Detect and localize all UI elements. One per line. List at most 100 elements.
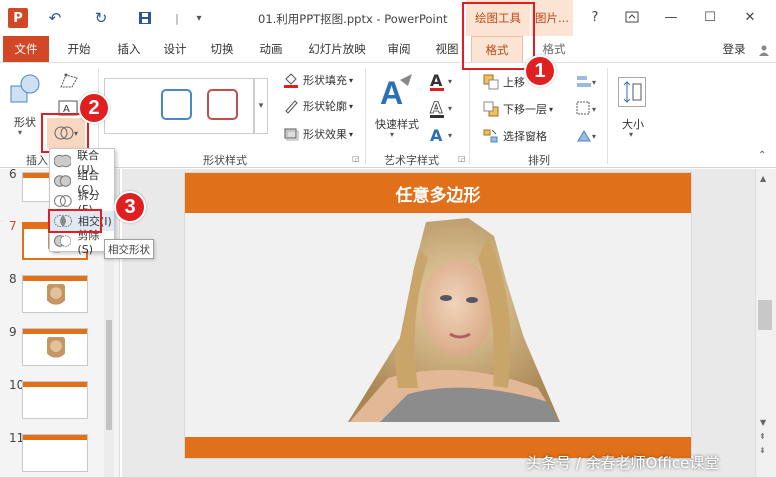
help-button[interactable]: ? (578, 6, 612, 28)
scroll-down-icon[interactable]: ▼ (760, 418, 766, 427)
fragment-icon (54, 195, 72, 207)
text-fill-icon: A ▾ (430, 71, 452, 91)
tab-insert[interactable]: 插入 (110, 36, 148, 62)
context-tab-picture-tools: 图片... (531, 0, 573, 36)
canvas-scrollbar-thumb[interactable] (758, 300, 772, 330)
bring-forward-icon (483, 74, 499, 90)
rotate-button[interactable]: ▾ (576, 128, 598, 144)
collapse-ribbon-icon[interactable]: ⌃ (758, 150, 766, 161)
shape-effects-button[interactable]: 形状效果 ▾ (283, 126, 353, 142)
shape-outline-button[interactable]: 形状轮廓 ▾ (283, 98, 353, 114)
tab-file[interactable]: 文件 (3, 36, 49, 62)
save-icon[interactable] (136, 9, 154, 27)
tab-view[interactable]: 视图 (428, 36, 466, 62)
align-icon: ▾ (577, 76, 596, 87)
slide-thumbnail[interactable] (22, 275, 88, 313)
slide-number: 9 (9, 325, 17, 339)
close-button[interactable]: ✕ (733, 6, 767, 28)
style-swatch-blue[interactable] (161, 89, 192, 120)
annotation-badge: 2 (78, 92, 110, 124)
merge-shapes-button[interactable]: ▾ (47, 118, 85, 148)
previous-slide-icon[interactable]: ⇞ (759, 432, 766, 441)
ribbon-display-options-button[interactable] (615, 6, 649, 28)
thumbnail-scrollbar-thumb[interactable] (106, 320, 112, 430)
svg-text:A: A (380, 75, 403, 111)
selection-pane-button[interactable]: 选择窗格 (483, 128, 547, 144)
merge-shapes-icon (54, 126, 74, 140)
union-icon (54, 154, 72, 168)
annotation-box-format-tab (462, 2, 535, 70)
minimize-button[interactable]: — (654, 6, 688, 28)
selection-pane-icon (483, 129, 498, 143)
group-objects-icon: ▾ (576, 101, 596, 115)
account-icon[interactable] (758, 44, 770, 56)
tab-review[interactable]: 审阅 (380, 36, 418, 62)
shapes-dropdown-icon[interactable]: ▾ (18, 128, 22, 137)
svg-text:▾: ▾ (592, 78, 596, 87)
ribbon-separator (607, 68, 608, 164)
slide-number: 8 (9, 272, 17, 286)
send-backward-icon (483, 101, 499, 117)
quick-styles-label[interactable]: 快速样式 (375, 116, 419, 132)
size-icon[interactable] (618, 77, 646, 107)
size-dropdown-icon[interactable]: ▾ (629, 130, 633, 139)
scroll-up-icon[interactable]: ▲ (760, 174, 766, 183)
tab-animations[interactable]: 动画 (252, 36, 290, 62)
svg-text:▾: ▾ (448, 104, 452, 113)
customize-quick-access-icon[interactable]: ▾ (190, 9, 208, 27)
text-fill-button[interactable]: A ▾ (428, 71, 458, 92)
undo-icon[interactable]: ↶ (46, 9, 64, 27)
tab-design[interactable]: 设计 (156, 36, 194, 62)
merge-shapes-dropdown-icon: ▾ (73, 128, 78, 138)
text-effects-button[interactable]: A ▾ (428, 126, 458, 146)
group-label-wordart: 艺术字样式 (384, 154, 439, 167)
shapes-gallery-icon[interactable] (8, 72, 42, 106)
wordart-quick-styles-icon[interactable]: A (378, 72, 414, 112)
svg-text:A: A (430, 126, 443, 145)
menu-item-fragment[interactable]: 拆分(F) (50, 189, 114, 216)
tab-home[interactable]: 开始 (60, 36, 98, 62)
group-label-shape-styles: 形状样式 (203, 154, 247, 167)
slide-thumbnail[interactable] (22, 434, 88, 472)
slide-thumbnail[interactable] (22, 328, 88, 366)
group-label-insert-shapes: 插入 (26, 154, 48, 167)
tab-transitions[interactable]: 切换 (203, 36, 241, 62)
svg-text:A: A (430, 72, 443, 90)
signin-link[interactable]: 登录 (714, 36, 754, 62)
edit-shape-icon[interactable] (58, 72, 80, 90)
next-slide-icon[interactable]: ⇟ (759, 446, 766, 455)
send-backward-label: 下移一层 (503, 103, 547, 116)
wordart-launcher-icon[interactable]: ◲ (458, 154, 466, 163)
bring-forward-button[interactable]: 上移 (483, 74, 525, 90)
align-button[interactable]: ▾ (576, 74, 598, 90)
group-objects-button[interactable]: ▾ (576, 101, 598, 117)
style-swatch-red[interactable] (207, 89, 238, 120)
svg-text:▾: ▾ (592, 105, 596, 114)
selection-pane-label: 选择窗格 (503, 130, 547, 143)
annotation-badge: 1 (524, 55, 556, 87)
shape-styles-launcher-icon[interactable]: ◲ (352, 154, 360, 163)
svg-text:A: A (430, 99, 443, 117)
redo-icon[interactable]: ↻ (92, 9, 110, 27)
text-effects-icon: A ▾ (430, 126, 452, 145)
quick-styles-dropdown-icon[interactable]: ▾ (390, 130, 394, 139)
shape-effects-label: 形状效果 (303, 128, 347, 141)
shape-outline-label: 形状轮廓 (303, 100, 347, 113)
maximize-button[interactable]: ☐ (693, 6, 727, 28)
slide-title[interactable]: 任意多边形 (185, 181, 691, 206)
slide-thumbnail[interactable] (22, 381, 88, 419)
gallery-more-button[interactable]: ▾ (254, 78, 268, 134)
document-title: 01.利用PPT抠图.pptx - PowerPoint (258, 12, 448, 26)
group-label-arrange: 排列 (528, 154, 550, 167)
cropped-portrait-image[interactable] (348, 218, 564, 424)
tab-slideshow[interactable]: 幻灯片放映 (302, 36, 372, 62)
text-outline-button[interactable]: A ▾ (428, 98, 458, 119)
svg-text:▾: ▾ (448, 131, 452, 140)
subtract-icon (54, 235, 72, 247)
rotate-icon: ▾ (577, 130, 596, 142)
send-backward-button[interactable]: 下移一层 ▾ (483, 101, 553, 117)
pen-icon (285, 100, 298, 114)
shape-fill-button[interactable]: 形状填充 ▾ (283, 72, 353, 88)
bring-forward-label: 上移 (503, 76, 525, 89)
ribbon-separator (365, 68, 366, 164)
